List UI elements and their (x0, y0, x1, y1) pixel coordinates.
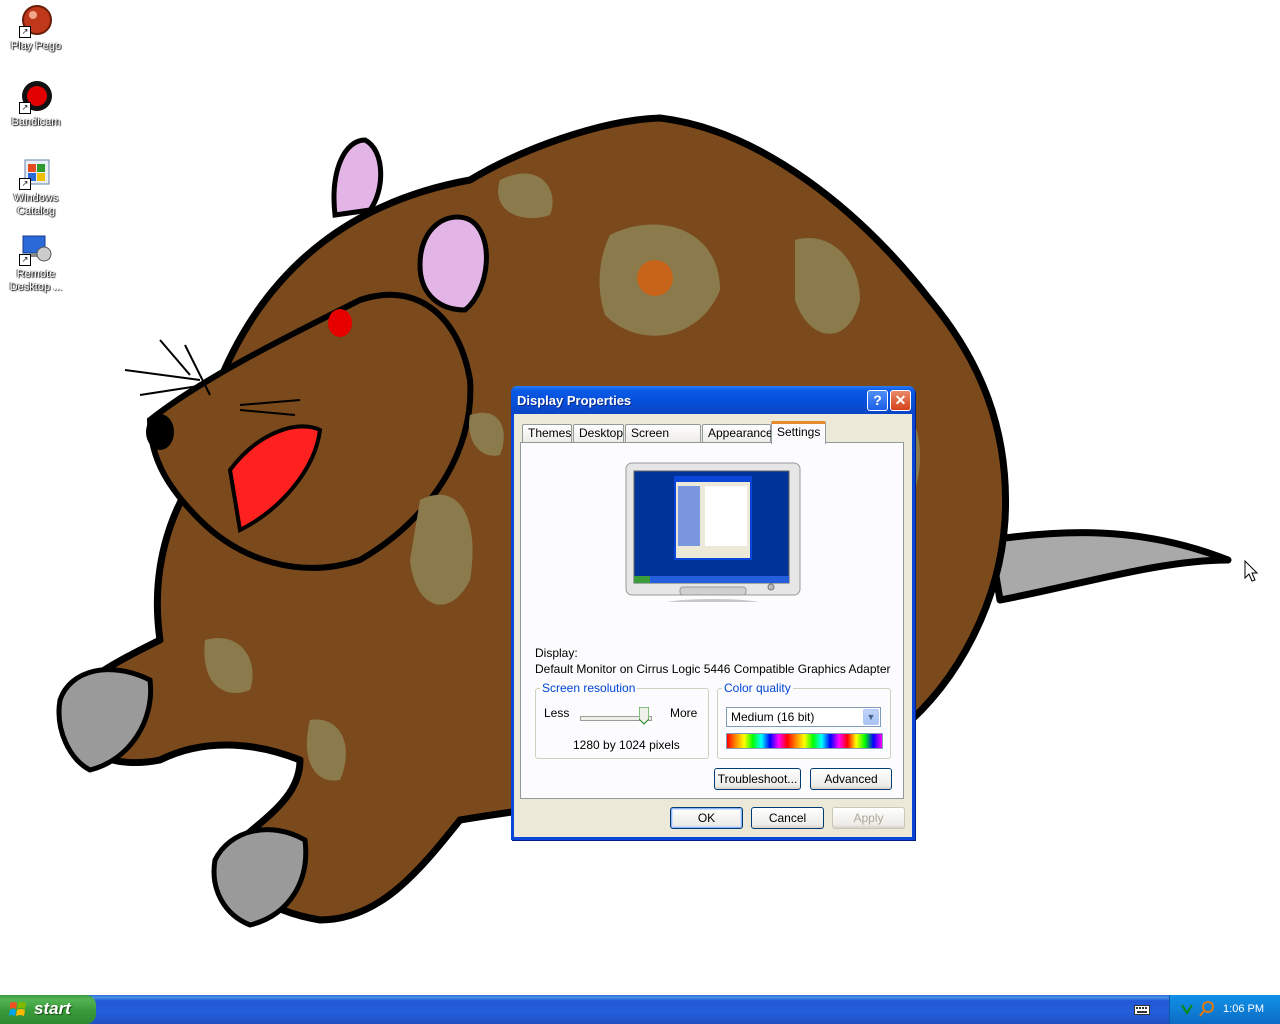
screen-resolution-legend: Screen resolution (542, 681, 636, 695)
dialog-title: Display Properties (517, 393, 632, 408)
network-icon[interactable] (1180, 1002, 1194, 1016)
keyboard-icon[interactable] (1134, 1005, 1150, 1015)
tab-themes[interactable]: Themes (522, 424, 572, 443)
shortcut-arrow-icon: ↗ (19, 178, 31, 190)
resolution-value: 1280 by 1024 pixels (573, 738, 680, 752)
tab-label: Themes (528, 426, 572, 440)
apply-button[interactable]: Apply (832, 807, 905, 829)
windows-catalog-icon: ↗ (19, 156, 53, 190)
tab-label: Settings (777, 425, 821, 439)
advanced-button[interactable]: Advanced (810, 768, 892, 790)
close-icon: ✕ (894, 392, 907, 408)
system-tray: 1:06 PM (1169, 995, 1280, 1024)
chevron-down-icon[interactable]: ▼ (863, 709, 879, 725)
tab-screen-saver[interactable]: Screen Saver (625, 424, 701, 457)
shortcut-arrow-icon: ↗ (19, 26, 31, 38)
desktop-icon-play-pego[interactable]: ↗ Play Pego (4, 4, 68, 53)
dialog-titlebar[interactable]: Display Properties ? ✕ (511, 386, 915, 414)
cancel-button[interactable]: Cancel (751, 807, 824, 829)
help-button[interactable]: ? (867, 390, 888, 411)
desktop-icon-label: Windows Catalog (13, 192, 59, 217)
monitor-preview-image (625, 462, 801, 602)
question-icon: ? (873, 392, 882, 408)
ok-button[interactable]: OK (670, 807, 743, 829)
desktop-icon-bandicam[interactable]: ↗ Bandicam (4, 80, 68, 129)
remote-desktop-icon: ↗ (19, 232, 53, 266)
color-quality-select[interactable]: Medium (16 bit) ▼ (726, 707, 881, 727)
clock[interactable]: 1:06 PM (1223, 1003, 1264, 1015)
tab-settings[interactable]: Settings (771, 421, 826, 444)
start-button[interactable]: start (0, 995, 96, 1024)
display-adapter-value: Default Monitor on Cirrus Logic 5446 Com… (535, 662, 891, 676)
desktop-icon-windows-catalog[interactable]: ↗ Windows Catalog (4, 156, 68, 218)
resolution-more-label: More (670, 706, 698, 720)
search-icon[interactable] (1199, 1001, 1215, 1017)
taskbar: start 1:06 PM (0, 995, 1280, 1024)
display-properties-dialog[interactable]: Display Properties ? ✕ Themes Desktop Sc… (511, 386, 915, 840)
desktop-icon-label: Remote Desktop ... (9, 268, 63, 293)
settings-tab-panel: Display: Default Monitor on Cirrus Logic… (520, 442, 904, 799)
desktop-icon-label: Bandicam (11, 116, 61, 128)
color-quality-selected-value: Medium (16 bit) (731, 710, 815, 724)
bandicam-icon: ↗ (19, 80, 53, 114)
desktop-icon-remote-desktop[interactable]: ↗ Remote Desktop ... (4, 232, 68, 294)
dialog-client-area: Themes Desktop Screen Saver Appearance S… (514, 414, 912, 837)
desktop-icon-label: Play Pego (10, 40, 62, 52)
tab-label: Appearance (708, 426, 773, 440)
play-pego-icon: ↗ (19, 4, 53, 38)
close-button[interactable]: ✕ (890, 390, 911, 411)
windows-logo-icon (9, 1002, 26, 1016)
display-label: Display: (535, 646, 578, 660)
resolution-less-label: Less (544, 706, 570, 720)
tab-label: Desktop (579, 426, 624, 440)
shortcut-arrow-icon: ↗ (19, 254, 31, 266)
tab-desktop[interactable]: Desktop (573, 424, 624, 443)
start-label: start (34, 999, 71, 1018)
tab-appearance[interactable]: Appearance (702, 424, 773, 443)
mouse-cursor-icon (1244, 560, 1259, 582)
shortcut-arrow-icon: ↗ (19, 102, 31, 114)
resolution-slider-thumb[interactable] (639, 707, 649, 725)
color-quality-legend: Color quality (724, 681, 791, 695)
troubleshoot-button[interactable]: Troubleshoot... (714, 768, 801, 790)
color-spectrum-bar (726, 733, 883, 749)
